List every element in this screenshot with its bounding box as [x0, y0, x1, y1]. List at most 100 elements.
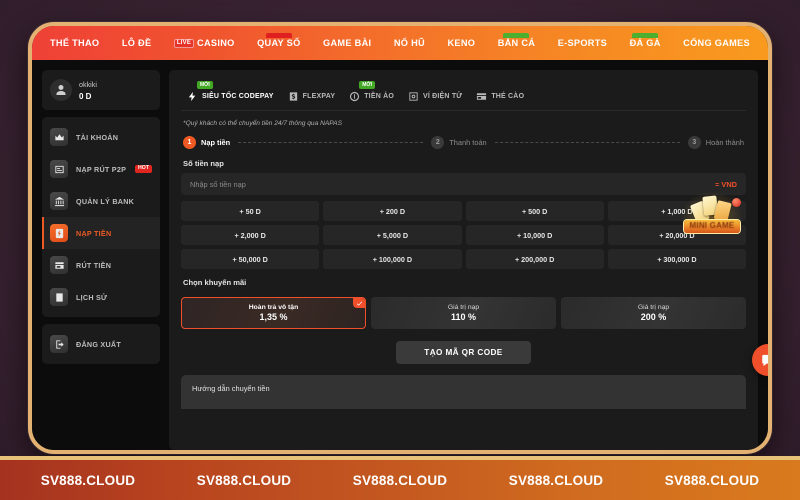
pay-tab-2[interactable]: MỚI TIỀN ẢO	[349, 81, 394, 102]
sidebar-logout-group: ĐĂNG XUẤT	[42, 324, 160, 364]
quick-amount-button-10[interactable]: + 200,000 D	[465, 249, 604, 269]
nav-item-10[interactable]: CỔNG GAMES	[679, 38, 754, 48]
check-icon	[353, 298, 365, 308]
pay-tab-label: FLEXPAY	[302, 93, 336, 100]
hot-badge: HOT	[135, 164, 152, 174]
nav-item-1[interactable]: LÔ ĐỀ	[118, 38, 156, 48]
nav-item-9[interactable]: ĐÁ GÀ	[626, 33, 665, 48]
device-frame: THỂ THAO LÔ ĐỀ LIVE CASINO QUAY SỐ GAME BÀI NỔ…	[28, 22, 772, 454]
card-icon	[476, 91, 487, 102]
sidebar-item-5[interactable]: LỊCH SỬ	[42, 281, 160, 313]
live-badge: LIVE	[173, 38, 195, 48]
sidebar-item-label: RÚT TIỀN	[76, 260, 112, 270]
sidebar-item-1[interactable]: NẠP RÚT P2P HOT	[42, 153, 160, 185]
nav-item-label: CASINO	[197, 38, 235, 48]
sidebar-menu: TÀI KHOẢN NẠP RÚT P2P HOT QUẢN LÝ BANK NẠP T…	[42, 117, 160, 317]
create-qr-code-button[interactable]: TẠO MÃ QR CODE	[396, 341, 531, 364]
pay-tab-4[interactable]: THẺ CÀO	[476, 84, 524, 102]
qr-button-row: TẠO MÃ QR CODE	[181, 341, 746, 364]
pay-tab-label: SIÊU TỐC CODEPAY	[202, 93, 274, 100]
promotion-card-2[interactable]: Giá trị nạp 200 %	[561, 297, 746, 329]
amount-label: Số tiền nạp	[183, 159, 224, 168]
nav-item-4[interactable]: GAME BÀI	[319, 38, 375, 48]
nav-item-label: CỔNG GAMES	[683, 38, 750, 48]
nav-item-8[interactable]: E-SPORTS	[554, 38, 611, 48]
quick-amount-button-6[interactable]: + 10,000 D	[465, 225, 604, 245]
ball-icon	[732, 198, 741, 207]
nav-item-3[interactable]: QUAY SỐ	[253, 33, 304, 48]
logout-icon	[50, 335, 68, 353]
sidebar-item-4[interactable]: RÚT TIỀN	[42, 249, 160, 281]
step-label: Hoàn thành	[705, 138, 744, 147]
app-body: okkiki 0 D TÀI KHOẢN NẠP RÚT P2P HOT QUẢN L…	[32, 60, 768, 450]
new-badge: MỚI	[197, 81, 213, 89]
promotion-title: Hoàn trả vô tận	[248, 304, 299, 311]
nav-item-5[interactable]: NỔ HŨ	[390, 38, 429, 48]
quick-amount-button-2[interactable]: + 500 D	[465, 201, 604, 221]
pay-tab-label: VÍ ĐIỆN TỬ	[423, 93, 463, 100]
stepper-step-2: 3 Hoàn thành	[687, 136, 744, 149]
main-panel: MỚI SIÊU TỐC CODEPAY FLEXPAY MỚI TIỀN ẢO VÍ Đ…	[169, 70, 758, 450]
sidebar: okkiki 0 D TÀI KHOẢN NẠP RÚT P2P HOT QUẢN L…	[42, 70, 160, 450]
withdraw-icon	[50, 256, 68, 274]
pay-tab-0[interactable]: MỚI SIÊU TỐC CODEPAY	[187, 81, 274, 102]
stepper-connector	[238, 142, 424, 143]
avatar	[50, 79, 72, 101]
nav-item-6[interactable]: KENO	[443, 38, 479, 48]
payment-method-tabs: MỚI SIÊU TỐC CODEPAY FLEXPAY MỚI TIỀN ẢO VÍ Đ…	[181, 80, 746, 111]
deposit-stepper: 1 Nạp tiền 2 Thanh toán 3 Hoàn thành	[181, 136, 746, 159]
sidebar-item-label: NẠP RÚT P2P	[76, 164, 127, 174]
pay-tab-label: THẺ CÀO	[491, 93, 525, 100]
nav-item-7[interactable]: BẮN CÁ	[494, 33, 540, 48]
nav-item-label: ĐÁ GÀ	[629, 38, 661, 48]
nav-item-label: THỂ THAO	[50, 38, 100, 48]
pay-tab-1[interactable]: FLEXPAY	[288, 84, 336, 102]
sidebar-item-3[interactable]: NẠP TIỀN	[42, 217, 160, 249]
user-profile-card[interactable]: okkiki 0 D	[42, 70, 160, 110]
playing-card-icon	[713, 199, 732, 222]
mini-game-logo[interactable]: MINI GAME	[678, 188, 746, 236]
pay-tab-3[interactable]: VÍ ĐIỆN TỬ	[408, 84, 462, 102]
nav-item-2[interactable]: LIVE CASINO	[170, 38, 239, 48]
transfer-guide-panel[interactable]: Hướng dẫn chuyển tiền	[181, 375, 746, 409]
promotion-card-0[interactable]: Hoàn trả vô tận 1,35 %	[181, 297, 366, 329]
exchange-icon	[50, 160, 68, 178]
mini-game-label: MINI GAME	[686, 220, 739, 231]
lightning-icon	[187, 91, 198, 102]
watermark-3: SV888.CLOUD	[508, 472, 604, 488]
sidebar-item-0[interactable]: TÀI KHOẢN	[42, 121, 160, 153]
quick-amount-button-11[interactable]: + 300,000 D	[607, 249, 746, 269]
quick-amount-button-0[interactable]: + 50 D	[181, 201, 320, 221]
nav-item-label: E-SPORTS	[557, 38, 608, 48]
quick-amount-button-1[interactable]: + 200 D	[323, 201, 462, 221]
watermark-0: SV888.CLOUD	[40, 472, 136, 488]
quick-amount-button-4[interactable]: + 2,000 D	[181, 225, 320, 245]
promo-label: Chọn khuyến mãi	[183, 278, 247, 287]
dollar-icon	[288, 91, 299, 102]
promotion-card-1[interactable]: Giá trị nạp 110 %	[371, 297, 556, 329]
wallet-icon	[408, 91, 419, 102]
history-icon	[50, 288, 68, 306]
quick-amount-button-5[interactable]: + 5,000 D	[323, 225, 462, 245]
mini-game-graphic: MINI GAME	[681, 191, 743, 233]
quick-amount-button-8[interactable]: + 50,000 D	[181, 249, 320, 269]
watermark-1: SV888.CLOUD	[196, 472, 292, 488]
sidebar-item-label: LỊCH SỬ	[76, 292, 108, 302]
step-number: 2	[431, 136, 445, 149]
new-badge: MỚI	[359, 81, 376, 89]
coin-icon	[349, 91, 360, 102]
nav-item-label: QUAY SỐ	[257, 38, 301, 48]
nav-item-0[interactable]: THỂ THAO	[46, 38, 103, 48]
promotion-value: 110 %	[450, 312, 477, 322]
chat-bubble-icon	[761, 354, 768, 366]
sidebar-item-logout[interactable]: ĐĂNG XUẤT	[42, 328, 160, 360]
amount-input[interactable]: Nhập số tiền nạp = VND	[181, 173, 746, 195]
top-navigation: THỂ THAO LÔ ĐỀ LIVE CASINO QUAY SỐ GAME BÀI NỔ…	[32, 26, 768, 60]
quick-amount-button-9[interactable]: + 100,000 D	[323, 249, 462, 269]
quick-amount-grid: + 50 D + 200 D + 500 D + 1,000 D + 2,000 D + …	[181, 201, 746, 269]
stepper-step-1: 2 Thanh toán	[431, 136, 487, 149]
sidebar-item-2[interactable]: QUẢN LÝ BANK	[42, 185, 160, 217]
nav-item-label: LÔ ĐỀ	[121, 38, 152, 48]
promotion-title: Giá trị nạp	[447, 304, 480, 311]
transfer-guide-title: Hướng dẫn chuyển tiền	[192, 384, 270, 393]
